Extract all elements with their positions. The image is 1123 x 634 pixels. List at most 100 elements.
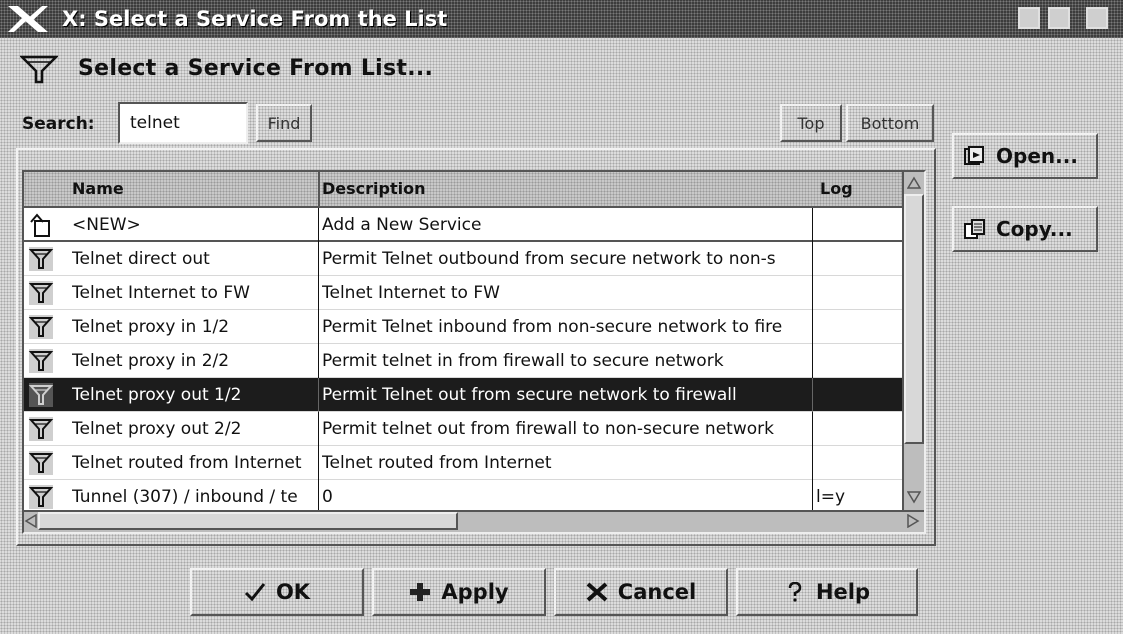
copy-button[interactable]: Copy... <box>952 206 1098 252</box>
row-description: 0 <box>322 487 333 507</box>
column-divider <box>318 412 319 446</box>
column-divider <box>812 310 813 344</box>
title-bar[interactable]: X: Select a Service From the List <box>0 0 1123 38</box>
row-description: Telnet Internet to FW <box>322 283 500 303</box>
row-log <box>814 276 894 310</box>
help-button[interactable]: Help <box>736 568 918 616</box>
column-divider <box>812 276 813 310</box>
row-name: Telnet proxy in 2/2 <box>72 351 230 371</box>
search-label: Search: <box>22 114 95 134</box>
copy-icon <box>964 219 985 239</box>
scroll-up-arrow-icon[interactable] <box>907 176 921 190</box>
apply-label: Apply <box>441 580 509 604</box>
row-log <box>814 446 894 480</box>
column-divider <box>812 344 813 378</box>
row-log <box>814 378 894 412</box>
column-header-description[interactable]: Description <box>322 172 425 206</box>
column-divider <box>812 446 813 480</box>
filter-icon <box>28 281 54 305</box>
row-description: Permit Telnet outbound from secure netwo… <box>322 249 776 269</box>
column-divider <box>318 276 319 310</box>
row-name: Telnet direct out <box>72 249 210 269</box>
list-row[interactable]: <NEW> Add a New Service <box>24 208 902 242</box>
column-header-log[interactable]: Log <box>820 172 853 206</box>
top-button[interactable]: Top <box>780 104 842 142</box>
list-row[interactable]: Telnet proxy in 1/2 Permit Telnet inbound… <box>24 310 902 344</box>
row-name: Telnet proxy in 1/2 <box>72 317 230 337</box>
column-divider <box>812 208 813 242</box>
help-label: Help <box>815 580 871 604</box>
row-name: Telnet Internet to FW <box>72 283 250 303</box>
filter-icon <box>28 349 54 373</box>
horizontal-scrollbar[interactable] <box>24 510 924 532</box>
list-row-selected[interactable]: Telnet proxy out 1/2 Permit Telnet out fr… <box>24 378 902 412</box>
ok-button[interactable]: OK <box>190 568 364 616</box>
list-row[interactable]: Telnet direct out Permit Telnet outbound … <box>24 242 902 276</box>
row-name: <NEW> <box>72 215 141 235</box>
row-name: Tunnel (307) / inbound / te <box>72 487 298 507</box>
list-row[interactable]: Telnet proxy out 2/2 Permit telnet out fr… <box>24 412 902 446</box>
horizontal-scroll-thumb[interactable] <box>38 512 458 530</box>
funnel-icon <box>20 55 58 84</box>
column-divider <box>318 242 319 276</box>
row-name: Telnet routed from Internet <box>72 453 302 473</box>
help-question-icon <box>788 582 802 602</box>
column-divider <box>812 378 813 412</box>
x-logo-icon[interactable] <box>6 4 50 34</box>
scroll-down-arrow-icon[interactable] <box>907 490 921 504</box>
row-name: Telnet proxy out 1/2 <box>72 385 242 405</box>
list-row[interactable]: Telnet routed from Internet Telnet routed… <box>24 446 902 480</box>
close-button[interactable] <box>1086 7 1108 29</box>
filter-icon <box>28 315 54 339</box>
column-divider <box>812 242 813 276</box>
ok-label: OK <box>275 580 311 604</box>
scroll-right-arrow-icon[interactable] <box>906 514 920 528</box>
row-log <box>814 412 894 446</box>
apply-button[interactable]: Apply <box>372 568 546 616</box>
row-description: Telnet routed from Internet <box>322 453 552 473</box>
search-input[interactable] <box>118 102 248 144</box>
filter-icon <box>28 383 54 407</box>
bottom-button[interactable]: Bottom <box>846 104 934 142</box>
copy-label: Copy... <box>996 217 1073 241</box>
column-divider <box>318 310 319 344</box>
column-divider <box>318 378 319 412</box>
column-divider <box>318 208 319 242</box>
row-description: Add a New Service <box>322 215 482 235</box>
column-divider <box>812 480 813 514</box>
row-description: Permit Telnet out from secure network to… <box>322 385 737 405</box>
scroll-left-arrow-icon[interactable] <box>24 514 38 528</box>
new-item-icon <box>30 213 50 237</box>
window-title: X: Select a Service From the List <box>62 7 448 31</box>
filter-icon <box>28 451 54 475</box>
row-log <box>814 344 894 378</box>
open-folder-icon <box>964 146 984 165</box>
open-button[interactable]: Open... <box>952 133 1098 179</box>
list-row[interactable]: Telnet Internet to FW Telnet Internet to … <box>24 276 902 310</box>
row-description: Permit telnet in from firewall to secure… <box>322 351 724 371</box>
list-row[interactable]: Tunnel (307) / inbound / te 0 l=y <box>24 480 902 514</box>
list-header: Name Description Log <box>24 172 902 208</box>
column-divider <box>318 344 319 378</box>
row-log: l=y <box>816 487 846 507</box>
checkmark-icon <box>244 583 266 602</box>
minimize-button[interactable] <box>1018 7 1040 29</box>
column-divider <box>318 480 319 514</box>
cancel-button[interactable]: Cancel <box>554 568 728 616</box>
plus-icon <box>410 583 431 601</box>
column-header-name[interactable]: Name <box>72 172 124 206</box>
find-button[interactable]: Find <box>256 104 312 142</box>
dialog-heading: Select a Service From List... <box>78 56 434 81</box>
filter-icon <box>28 485 54 509</box>
service-list[interactable]: Name Description Log <NEW> Add a New Serv… <box>22 170 926 534</box>
filter-icon <box>28 247 54 271</box>
list-row[interactable]: Telnet proxy in 2/2 Permit telnet in from… <box>24 344 902 378</box>
row-description: Permit telnet out from firewall to non-s… <box>322 419 774 439</box>
column-divider <box>318 172 320 206</box>
maximize-button[interactable] <box>1048 7 1070 29</box>
vertical-scrollbar[interactable] <box>902 172 924 510</box>
filter-icon <box>28 417 54 441</box>
vertical-scroll-thumb[interactable] <box>904 194 924 444</box>
cancel-label: Cancel <box>617 580 697 604</box>
column-divider <box>318 446 319 480</box>
